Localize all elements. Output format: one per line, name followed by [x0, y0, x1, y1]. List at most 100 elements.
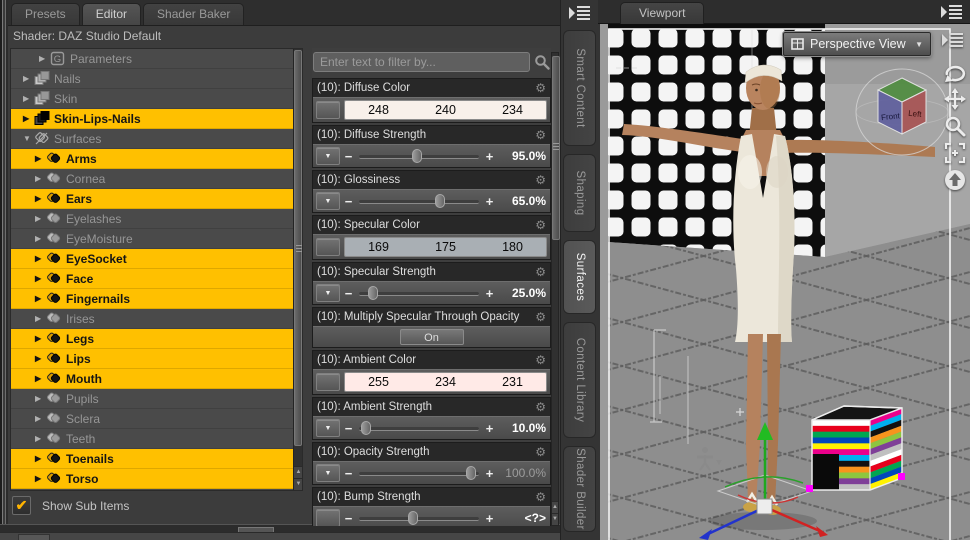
- tree-item-fingernails[interactable]: ▶ Fingernails: [11, 289, 293, 309]
- slider-increment[interactable]: +: [485, 194, 494, 209]
- tree-item-eyelashes[interactable]: ▶ Eyelashes: [11, 209, 293, 229]
- slider-track[interactable]: [357, 510, 481, 526]
- slider-value[interactable]: <?>: [498, 511, 547, 525]
- texture-map-button[interactable]: [316, 509, 340, 526]
- collapse-icon[interactable]: ▼: [23, 134, 34, 143]
- viewport-pane-menu-icon[interactable]: [939, 2, 967, 22]
- tab-shader-baker[interactable]: Shader Baker: [143, 3, 245, 25]
- tab-presets[interactable]: Presets: [11, 3, 80, 25]
- slider-thumb[interactable]: [411, 149, 422, 163]
- orbit-icon[interactable]: [941, 60, 968, 84]
- slider-value[interactable]: 95.0%: [498, 149, 547, 163]
- expand-icon[interactable]: ▶: [35, 434, 46, 443]
- dock-tab-shaping[interactable]: Shaping: [563, 154, 596, 232]
- slider-options-dropdown[interactable]: ▼: [316, 419, 340, 437]
- tree-item-irises[interactable]: ▶ Irises: [11, 309, 293, 329]
- tree-item-nails[interactable]: ▶ Nails: [11, 69, 293, 89]
- dock-tab-shader-builder[interactable]: Shader Builder: [563, 446, 596, 532]
- gear-icon[interactable]: ⚙: [535, 446, 546, 458]
- slider-decrement[interactable]: −: [344, 511, 353, 526]
- slider-increment[interactable]: +: [485, 511, 494, 526]
- gear-icon[interactable]: ⚙: [535, 401, 546, 413]
- slider-decrement[interactable]: −: [344, 194, 353, 209]
- tree-item-parameters[interactable]: ▶ G Parameters: [11, 49, 293, 69]
- properties-scrollbar-thumb[interactable]: [552, 56, 560, 240]
- pane-splitter[interactable]: [0, 0, 8, 540]
- expand-icon[interactable]: ▶: [35, 154, 46, 163]
- slider-decrement[interactable]: −: [344, 286, 353, 301]
- slider-track[interactable]: [357, 193, 481, 209]
- slider-value[interactable]: 65.0%: [498, 194, 547, 208]
- slider-thumb[interactable]: [466, 466, 477, 480]
- reset-camera-icon[interactable]: [941, 168, 968, 192]
- tree-item-face[interactable]: ▶ Face: [11, 269, 293, 289]
- expand-icon[interactable]: ▶: [23, 94, 34, 103]
- slider-increment[interactable]: +: [485, 421, 494, 436]
- color-value-bar[interactable]: 255 234 231: [344, 372, 547, 392]
- frame-icon[interactable]: [941, 141, 968, 165]
- tree-scrollbar-thumb[interactable]: [294, 50, 302, 446]
- tree-item-sclera[interactable]: ▶ Sclera: [11, 409, 293, 429]
- slider-options-dropdown[interactable]: ▼: [316, 284, 340, 302]
- slider-value[interactable]: 25.0%: [498, 286, 547, 300]
- slider-options-dropdown[interactable]: ▼: [316, 147, 340, 165]
- slider-thumb[interactable]: [368, 286, 379, 300]
- tree-item-skin[interactable]: ▶ Skin: [11, 89, 293, 109]
- gear-icon[interactable]: ⚙: [535, 266, 546, 278]
- search-icon[interactable]: [534, 54, 550, 70]
- viewport-canvas[interactable]: Front Left Perspective View ▼: [600, 24, 970, 540]
- bottom-mini-tab[interactable]: [18, 534, 50, 540]
- slider-value[interactable]: 100.0%: [498, 466, 547, 480]
- tree-item-arms[interactable]: ▶ Arms: [11, 149, 293, 169]
- tree-item-pupils[interactable]: ▶ Pupils: [11, 389, 293, 409]
- gear-icon[interactable]: ⚙: [535, 174, 546, 186]
- slider-increment[interactable]: +: [485, 286, 494, 301]
- slider-decrement[interactable]: −: [344, 149, 353, 164]
- slider-track[interactable]: [357, 148, 481, 164]
- slider-track[interactable]: [357, 420, 481, 436]
- tree-item-surfaces[interactable]: ▼ Surfaces: [11, 129, 293, 149]
- expand-icon[interactable]: ▶: [35, 314, 46, 323]
- dock-tab-smart-content[interactable]: Smart Content: [563, 30, 596, 146]
- texture-map-button[interactable]: [316, 101, 340, 119]
- gear-icon[interactable]: ⚙: [535, 311, 546, 323]
- tree-item-lips[interactable]: ▶ Lips: [11, 349, 293, 369]
- tree-item-cornea[interactable]: ▶ Cornea: [11, 169, 293, 189]
- slider-increment[interactable]: +: [485, 466, 494, 481]
- expand-icon[interactable]: ▶: [35, 454, 46, 463]
- pan-icon[interactable]: [941, 87, 968, 111]
- expand-icon[interactable]: ▶: [23, 74, 34, 83]
- tree-item-teeth[interactable]: ▶ Teeth: [11, 429, 293, 449]
- tree-item-eyesocket[interactable]: ▶ EyeSocket: [11, 249, 293, 269]
- tab-editor[interactable]: Editor: [81, 3, 142, 25]
- slider-track[interactable]: [357, 285, 481, 301]
- tree-item-ears[interactable]: ▶ Ears: [11, 189, 293, 209]
- scroll-down-icon[interactable]: ▼: [552, 513, 558, 525]
- slider-increment[interactable]: +: [485, 149, 494, 164]
- tab-viewport[interactable]: Viewport: [620, 2, 705, 24]
- expand-icon[interactable]: ▶: [35, 334, 46, 343]
- tree-scrollbar[interactable]: ▲ ▼: [293, 49, 302, 490]
- scroll-up-icon[interactable]: ▲: [552, 501, 558, 513]
- gear-icon[interactable]: ⚙: [535, 491, 546, 503]
- expand-icon[interactable]: ▶: [35, 174, 46, 183]
- zoom-icon[interactable]: [941, 114, 968, 138]
- texture-map-button[interactable]: [316, 238, 340, 256]
- expand-icon[interactable]: ▶: [35, 374, 46, 383]
- show-sub-items-checkbox[interactable]: ✔: [12, 496, 31, 515]
- scroll-up-icon[interactable]: ▲: [294, 466, 302, 478]
- slider-value[interactable]: 10.0%: [498, 421, 547, 435]
- gear-icon[interactable]: ⚙: [535, 82, 546, 94]
- expand-icon[interactable]: ▶: [35, 254, 46, 263]
- slider-decrement[interactable]: −: [344, 421, 353, 436]
- tree-item-toenails[interactable]: ▶ Toenails: [11, 449, 293, 469]
- dock-tab-surfaces[interactable]: Surfaces: [563, 240, 596, 314]
- properties-scrollbar[interactable]: ▲ ▼: [551, 52, 560, 526]
- toggle-on-button[interactable]: On: [399, 329, 464, 345]
- expand-icon[interactable]: ▶: [35, 214, 46, 223]
- slider-thumb[interactable]: [360, 421, 371, 435]
- slider-track[interactable]: [357, 465, 481, 481]
- slider-thumb[interactable]: [407, 511, 418, 525]
- expand-icon[interactable]: ▶: [39, 54, 50, 63]
- slider-thumb[interactable]: [435, 194, 446, 208]
